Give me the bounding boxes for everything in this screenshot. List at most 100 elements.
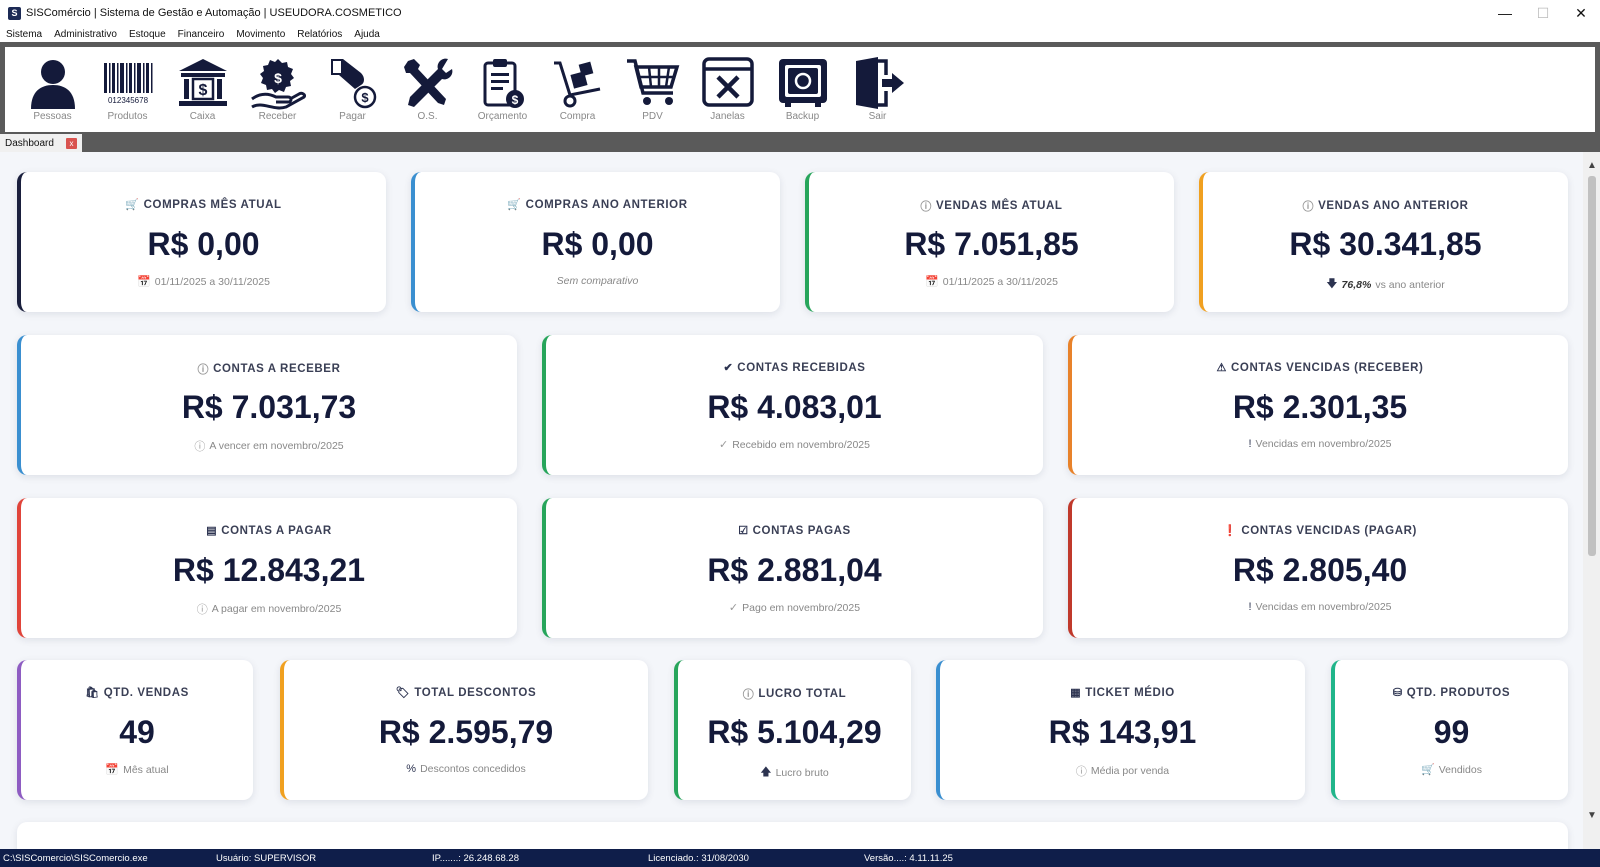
toolbar-orcamento-button[interactable]: $ Orçamento (465, 47, 540, 132)
exit-door-icon (855, 57, 904, 109)
card-compras-ano-anterior: 🛒 COMPRAS ANO ANTERIOR R$ 0,00 Sem compar… (411, 172, 780, 312)
card-value: 49 (119, 714, 155, 750)
card-contas-vencidas-pagar: ❗ CONTAS VENCIDAS (PAGAR) R$ 2.805,40 ! Ve… (1068, 498, 1568, 638)
vertical-scrollbar[interactable]: ▲ ▼ (1583, 152, 1600, 849)
credit-card-icon: ▤ (206, 525, 218, 537)
card-subtitle: Pago em novembro/2025 (742, 601, 861, 614)
card-contas-pagas: ☑ CONTAS PAGAS R$ 2.881,04 ✓ Pago em novem… (542, 498, 1043, 638)
card-compras-mes-atual: 🛒 COMPRAS MÊS ATUAL R$ 0,00 📅 01/11/2025 a… (17, 172, 386, 312)
card-subtitle: Média por venda (1090, 765, 1170, 777)
toolbar-produtos-button[interactable]: 012345678 Produtos (90, 47, 165, 132)
window-controls: — ☐ ✕ (1486, 0, 1600, 26)
check-icon: ✓ (719, 439, 729, 451)
toolbar-janelas-button[interactable]: Janelas (690, 47, 765, 132)
scroll-down-icon[interactable]: ▼ (1587, 810, 1597, 821)
card-value: R$ 0,00 (147, 226, 260, 262)
exclamation-circle-icon: ❗ (1223, 525, 1238, 537)
tab-label: Dashboard (5, 137, 54, 149)
toolbar-os-button[interactable]: O.S. (390, 47, 465, 132)
toolbar-label: Pagar (339, 111, 366, 122)
toolbar-pdv-button[interactable]: PDV (615, 47, 690, 132)
menu-estoque[interactable]: Estoque (123, 29, 172, 40)
close-window-icon (701, 57, 754, 107)
toolbar-backup-button[interactable]: Backup (765, 47, 840, 132)
card-title: LUCRO TOTAL (758, 688, 847, 700)
card-contas-a-receber: ⓘ CONTAS A RECEBER R$ 7.031,73 ⓘ A vencer … (17, 335, 517, 475)
card-title: VENDAS ANO ANTERIOR (1318, 200, 1469, 212)
svg-text:012345678: 012345678 (107, 96, 148, 105)
barcode-icon: 012345678 (103, 63, 152, 105)
card-qtd-produtos: ⛁ QTD. PRODUTOS 99 🛒 Vendidos (1331, 660, 1568, 800)
calendar-icon: 📅 (925, 276, 939, 288)
status-path: C:\SISComercio\SISComercio.exe (3, 852, 148, 864)
toolbar-label: Compra (559, 111, 596, 122)
tab-bar: Dashboard x (0, 134, 1600, 152)
calendar-icon: 📅 (105, 764, 120, 776)
card-vendas-ano-anterior: ⓘ VENDAS ANO ANTERIOR R$ 30.341,85 🡇 76,8%… (1199, 172, 1568, 312)
toolbar-label: Produtos (107, 111, 148, 122)
toolbar-receber-button[interactable]: $ Receber (240, 47, 315, 132)
arrow-up-icon: 🡅 (760, 766, 772, 778)
menu-sistema[interactable]: Sistema (0, 29, 48, 40)
card-value: R$ 7.031,73 (181, 389, 357, 425)
question-icon: ⓘ (196, 604, 208, 616)
card-title: TOTAL DESCONTOS (414, 686, 537, 699)
menu-ajuda[interactable]: Ajuda (348, 29, 386, 40)
card-contas-a-pagar: ▤ CONTAS A PAGAR R$ 12.843,21 ⓘ A pagar em… (17, 498, 517, 638)
card-value: R$ 2.595,79 (378, 714, 554, 750)
status-version: Versão....: 4.11.11.25 (864, 852, 953, 864)
question-icon: ⓘ (197, 364, 210, 376)
hand-truck-icon (553, 61, 600, 108)
toolbar-pagar-button[interactable]: $ Pagar (315, 47, 390, 132)
svg-text:$: $ (274, 70, 282, 86)
menu-administrativo[interactable]: Administrativo (48, 29, 123, 40)
card-subtitle: Vendidos (1438, 763, 1482, 776)
card-title: COMPRAS ANO ANTERIOR (525, 198, 688, 211)
menu-financeiro[interactable]: Financeiro (172, 29, 231, 40)
card-percent: 76,8% (1341, 278, 1372, 291)
card-lucro-total: ⓘ LUCRO TOTAL R$ 5.104,29 🡅 Lucro bruto (674, 660, 911, 800)
menu-relatorios[interactable]: Relatórios (291, 29, 348, 40)
close-icon[interactable]: ✕ (1562, 0, 1600, 26)
toolbar-sair-button[interactable]: Sair (840, 47, 915, 132)
clipboard-money-icon: $ (483, 59, 524, 108)
card-next-row (17, 822, 1568, 849)
card-title: CONTAS PAGAS (752, 524, 851, 537)
card-ticket-medio: ▦ TICKET MÉDIO R$ 143,91 ⓘ Média por venda (936, 660, 1305, 800)
toolbar-label: Backup (785, 111, 820, 122)
question-icon: ⓘ (1075, 766, 1087, 778)
toolbar-pessoas-button[interactable]: Pessoas (15, 47, 90, 132)
card-value: R$ 2.301,35 (1232, 389, 1408, 425)
toolbar-compra-button[interactable]: Compra (540, 47, 615, 132)
menu-movimento[interactable]: Movimento (230, 29, 291, 40)
card-subtitle: 01/11/2025 a 30/11/2025 (154, 275, 270, 288)
scroll-up-icon[interactable]: ▲ (1587, 160, 1597, 171)
minimize-icon[interactable]: — (1486, 0, 1524, 26)
toolbar-label: Sair (868, 111, 887, 122)
card-title: CONTAS VENCIDAS (PAGAR) (1241, 524, 1417, 537)
status-license: Licenciado.: 31/08/2030 (648, 852, 749, 864)
question-icon: ⓘ (920, 201, 933, 213)
question-icon: ⓘ (742, 689, 755, 701)
app-icon: S (8, 6, 21, 20)
calendar-icon: 📅 (137, 276, 151, 288)
svg-text:$: $ (198, 82, 207, 99)
card-contas-vencidas-receber: ⚠ CONTAS VENCIDAS (RECEBER) R$ 2.301,35 !… (1068, 335, 1568, 475)
card-subtitle: A pagar em novembro/2025 (211, 603, 342, 615)
scrollbar-thumb[interactable] (1588, 176, 1596, 556)
maximize-icon: ☐ (1536, 4, 1550, 21)
status-ip: IP.......: 26.248.68.28 (432, 852, 519, 864)
card-value: R$ 2.805,40 (1232, 552, 1408, 588)
tab-dashboard[interactable]: Dashboard x (0, 134, 82, 152)
toolbar-caixa-button[interactable]: $ Caixa (165, 47, 240, 132)
tab-close-icon[interactable]: x (66, 138, 77, 149)
card-title: CONTAS A RECEBER (213, 363, 341, 375)
card-subtitle: Sem comparativo (556, 275, 639, 287)
card-title: QTD. PRODUTOS (1406, 686, 1511, 699)
card-value: R$ 12.843,21 (172, 552, 366, 588)
toolbar-label: Janelas (710, 111, 745, 122)
card-contas-recebidas: ✔ CONTAS RECEBIDAS R$ 4.083,01 ✓ Recebido … (542, 335, 1043, 475)
toolbar-label: Caixa (189, 111, 216, 122)
exclamation-icon: ! (1248, 438, 1252, 450)
card-subtitle: Vencidas em novembro/2025 (1255, 438, 1392, 450)
